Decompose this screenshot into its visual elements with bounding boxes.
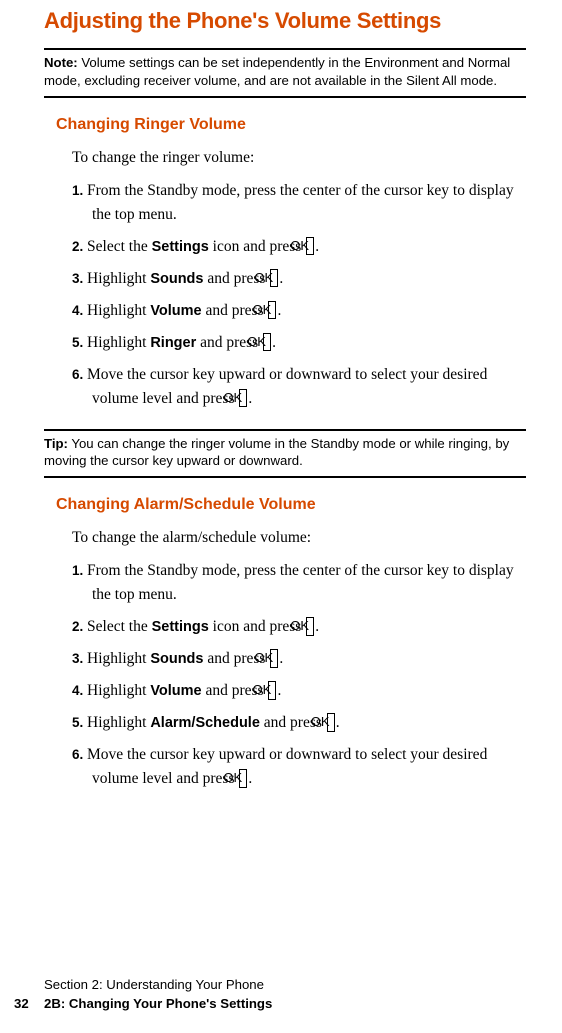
note-box: Note: Volume settings can be set indepen… [44,48,526,98]
list-item: 2. Select the Settings icon and press OK… [72,235,526,259]
ok-key-icon: OK [270,269,278,287]
step-number: 2. [72,619,87,634]
bold-term: Volume [150,303,201,319]
note-label: Note: [44,55,78,70]
ok-key-icon: OK [306,617,314,635]
bold-term: Ringer [150,335,196,351]
page-footer: Section 2: Understanding Your Phone 322B… [44,976,272,1013]
list-item: 3. Highlight Sounds and press OK. [72,267,526,291]
bold-term: Sounds [150,651,203,667]
footer-section: Section 2: Understanding Your Phone [44,976,272,994]
list-item: 1. From the Standby mode, press the cent… [72,559,526,607]
ok-key-icon: OK [306,237,314,255]
list-item: 6. Move the cursor key upward or downwar… [72,743,526,791]
bold-term: Settings [152,239,209,255]
bold-term: Alarm/Schedule [150,715,260,731]
ok-key-icon: OK [263,333,271,351]
section2-intro: To change the alarm/schedule volume: [72,528,526,549]
page-title: Adjusting the Phone's Volume Settings [44,8,526,34]
step-number: 5. [72,715,87,730]
section1-steps: 1. From the Standby mode, press the cent… [72,179,526,411]
ok-key-icon: OK [268,681,276,699]
ok-key-icon: OK [270,649,278,667]
step-number: 1. [72,183,87,198]
bold-term: Settings [152,619,209,635]
step-number: 3. [72,271,87,286]
ok-key-icon: OK [268,301,276,319]
section1-heading: Changing Ringer Volume [56,116,526,134]
list-item: 4. Highlight Volume and press OK. [72,299,526,323]
tip-label: Tip: [44,436,68,451]
bold-term: Volume [150,683,201,699]
step-number: 5. [72,335,87,350]
list-item: 5. Highlight Alarm/Schedule and press OK… [72,711,526,735]
step-number: 1. [72,563,87,578]
step-number: 6. [72,747,87,762]
footer-page-number: 32 [14,995,44,1013]
ok-key-icon: OK [327,713,335,731]
list-item: 5. Highlight Ringer and press OK. [72,331,526,355]
list-item: 3. Highlight Sounds and press OK. [72,647,526,671]
footer-subsection: 2B: Changing Your Phone's Settings [44,996,272,1011]
list-item: 2. Select the Settings icon and press OK… [72,615,526,639]
list-item: 6. Move the cursor key upward or downwar… [72,363,526,411]
step-number: 3. [72,651,87,666]
bold-term: Sounds [150,271,203,287]
tip-text: You can change the ringer volume in the … [44,436,509,469]
list-item: 1. From the Standby mode, press the cent… [72,179,526,227]
section2-steps: 1. From the Standby mode, press the cent… [72,559,526,791]
ok-key-icon: OK [239,389,247,407]
step-number: 4. [72,303,87,318]
tip-box: Tip: You can change the ringer volume in… [44,429,526,479]
list-item: 4. Highlight Volume and press OK. [72,679,526,703]
section2-heading: Changing Alarm/Schedule Volume [56,496,526,514]
step-number: 4. [72,683,87,698]
step-number: 2. [72,239,87,254]
ok-key-icon: OK [239,769,247,787]
note-text: Volume settings can be set independently… [44,55,510,88]
section1-intro: To change the ringer volume: [72,148,526,169]
step-number: 6. [72,367,87,382]
